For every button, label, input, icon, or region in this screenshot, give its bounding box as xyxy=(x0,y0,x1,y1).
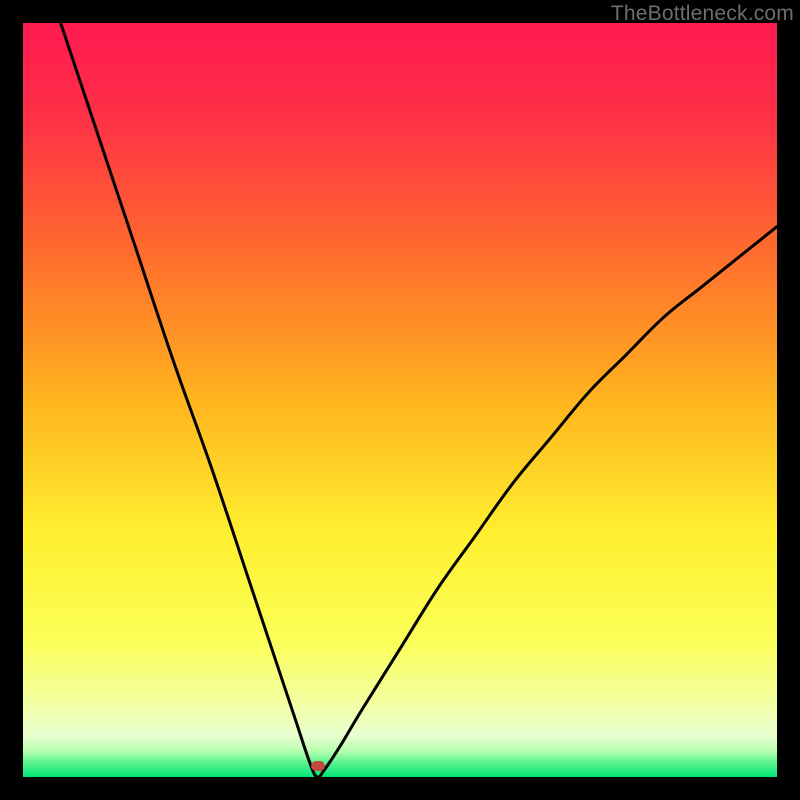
plot-area xyxy=(23,23,777,777)
bottleneck-curve xyxy=(23,23,777,777)
optimum-marker xyxy=(311,761,325,771)
watermark: TheBottleneck.com xyxy=(611,2,794,26)
